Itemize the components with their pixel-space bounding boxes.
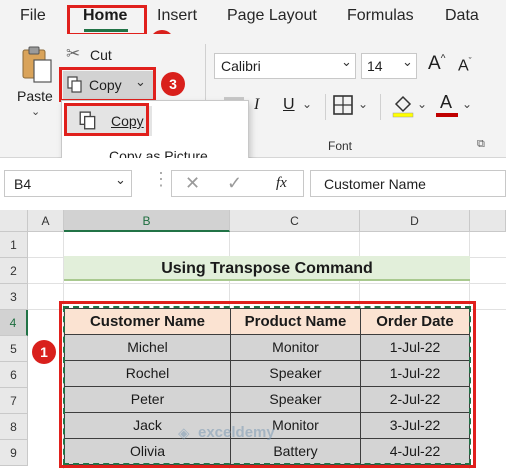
column-header-c[interactable]: C <box>230 210 360 232</box>
row-header-5[interactable]: 5 <box>0 336 28 362</box>
underline-icon[interactable]: U <box>283 96 295 114</box>
copy-menu-item-highlight <box>64 103 149 136</box>
font-dialog-launcher-icon[interactable]: ⧉ <box>477 138 485 151</box>
cut-button[interactable]: ✂ Cut <box>66 44 126 66</box>
home-tab-highlight <box>67 5 147 36</box>
increase-font-size-icon[interactable]: A^ <box>428 53 445 75</box>
callout-badge-1: 1 <box>32 340 56 364</box>
underline-chevron-icon[interactable]: ⌄ <box>302 97 312 111</box>
paste-chevron-icon: ⌄ <box>31 106 41 118</box>
borders-chevron-icon[interactable]: ⌄ <box>358 97 368 111</box>
font-family-chevron-icon: ⌄ <box>341 54 352 69</box>
enter-icon[interactable]: ✓ <box>227 173 242 194</box>
copy-button-highlight <box>59 67 156 102</box>
column-header-d[interactable]: D <box>360 210 470 232</box>
sheet-title[interactable]: Using Transpose Command <box>64 256 470 281</box>
borders-icon[interactable] <box>333 95 353 115</box>
row-header-6[interactable]: 6 <box>0 362 28 388</box>
font-size-dropdown[interactable]: 14 ⌄ <box>361 53 417 79</box>
name-box[interactable]: B4 ⌄ <box>4 170 132 197</box>
more-icon: ⋮ <box>152 169 170 189</box>
paste-icon <box>22 46 52 83</box>
cut-label: Cut <box>90 47 112 63</box>
menu-page-layout[interactable]: Page Layout <box>227 7 317 25</box>
scissors-icon: ✂ <box>66 44 81 63</box>
name-box-value: B4 <box>14 176 32 192</box>
row-header-7[interactable]: 7 <box>0 388 28 414</box>
callout-badge-3: 3 <box>161 72 185 96</box>
menu-data[interactable]: Data <box>445 7 479 25</box>
fill-color-icon[interactable] <box>392 94 414 118</box>
column-header-e[interactable] <box>470 210 506 232</box>
paste-label: Paste <box>17 88 53 104</box>
font-color-icon[interactable]: A <box>436 92 458 118</box>
column-header-a[interactable]: A <box>28 210 64 232</box>
row-header-8[interactable]: 8 <box>0 414 28 440</box>
formula-bar: B4 ⌄ ⋮ ✕ ✓ fx Customer Name <box>0 158 506 210</box>
italic-icon[interactable]: I <box>254 96 259 114</box>
row-header-3[interactable]: 3 <box>0 284 28 310</box>
menu-insert[interactable]: Insert <box>157 7 197 25</box>
ribbon-divider <box>325 94 326 120</box>
watermark-logo: ◈ exceldemy <box>178 424 275 442</box>
name-box-chevron-icon: ⌄ <box>115 172 126 187</box>
watermark-text: exceldemy <box>198 424 275 441</box>
paste-button[interactable]: Paste ⌄ <box>17 44 57 124</box>
gridline <box>28 283 506 284</box>
formula-controls: ✕ ✓ fx <box>171 170 304 197</box>
font-color-chevron-icon[interactable]: ⌄ <box>462 97 472 111</box>
select-all-corner[interactable] <box>0 210 28 232</box>
decrease-font-size-icon[interactable]: Aˇ <box>458 56 472 75</box>
row-header-1[interactable]: 1 <box>0 232 28 258</box>
menu-formulas[interactable]: Formulas <box>347 7 414 25</box>
insert-function-icon[interactable]: fx <box>276 175 287 192</box>
font-size-value: 14 <box>367 58 383 74</box>
column-header-b[interactable]: B <box>64 210 230 232</box>
font-family-dropdown[interactable]: Calibri ⌄ <box>214 53 356 79</box>
cancel-icon[interactable]: ✕ <box>185 173 200 194</box>
row-header-2[interactable]: 2 <box>0 258 28 284</box>
font-group-label: Font <box>328 139 353 153</box>
row-header-4[interactable]: 4 <box>0 310 28 336</box>
menu-file[interactable]: File <box>20 7 46 25</box>
font-size-chevron-icon: ⌄ <box>402 54 413 69</box>
formula-input-value: Customer Name <box>324 176 426 192</box>
row-header-9[interactable]: 9 <box>0 440 28 466</box>
ribbon-divider <box>380 94 381 120</box>
formula-input[interactable]: Customer Name <box>310 170 506 197</box>
font-family-value: Calibri <box>221 58 261 74</box>
fill-color-chevron-icon[interactable]: ⌄ <box>417 97 427 111</box>
